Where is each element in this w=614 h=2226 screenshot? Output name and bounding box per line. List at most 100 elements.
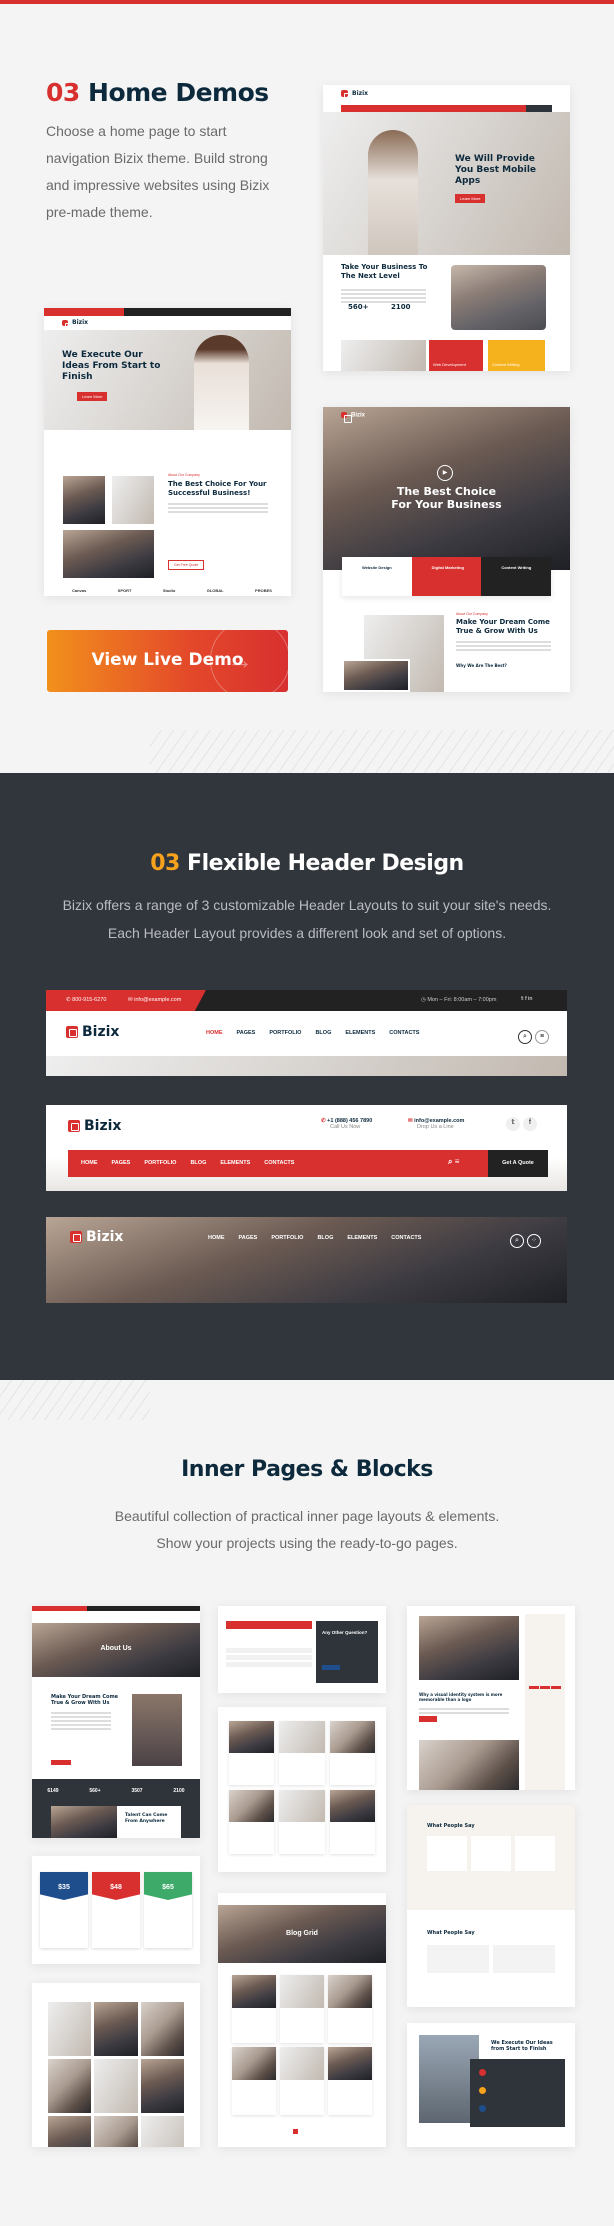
demo-cta: Learn More bbox=[455, 194, 486, 203]
blog-grid-preview[interactable]: Blog Grid bbox=[218, 1893, 386, 2147]
search-icon[interactable]: ⌕ ≡ bbox=[448, 1157, 459, 1167]
decorative-stripes bbox=[150, 730, 614, 773]
image bbox=[132, 1694, 182, 1766]
image bbox=[63, 530, 154, 578]
post-title: Why a visual identity system is more mem… bbox=[419, 1692, 503, 1702]
page-banner: About Us bbox=[32, 1623, 200, 1677]
get-a-quote-button[interactable]: Get A Quote bbox=[488, 1150, 548, 1177]
inner-pages-description: Show your projects using the ready-to-go… bbox=[156, 1535, 458, 1551]
section-title: We Execute Our Ideas from Start to Finis… bbox=[491, 2040, 553, 2052]
nav-blog[interactable]: BLOG bbox=[317, 1235, 333, 1241]
inner-pages-description: Beautiful collection of practical inner … bbox=[114, 1508, 500, 1524]
nav-contacts[interactable]: CONTACTS bbox=[389, 1030, 419, 1036]
view-live-demo-button[interactable]: View Live Demo → bbox=[47, 630, 288, 692]
search-icon[interactable]: ⌕ bbox=[510, 1234, 524, 1248]
testimonials-preview[interactable]: What People Say What People Say bbox=[407, 1805, 575, 2007]
process-block-preview[interactable]: We Execute Our Ideas from Start to Finis… bbox=[407, 2023, 575, 2147]
image bbox=[112, 476, 154, 524]
nav-elements[interactable]: ELEMENTS bbox=[220, 1160, 250, 1166]
nav-home[interactable]: HOME bbox=[208, 1235, 225, 1241]
home-demos-title: 03 Home Demos bbox=[46, 78, 269, 107]
menu-icon[interactable]: ≡ bbox=[535, 1030, 549, 1044]
brand-logo: GLOBAL bbox=[206, 588, 224, 593]
nav-portfolio[interactable]: PORTFOLIO bbox=[271, 1235, 303, 1241]
social-icons[interactable]: 𝕥 f in bbox=[521, 996, 532, 1002]
price: $48 bbox=[92, 1872, 140, 1900]
demo-tile: Content Writing bbox=[488, 340, 545, 371]
home-demo-preview-2[interactable]: Bizix We Execute Our Ideas From Start to… bbox=[44, 308, 291, 596]
phone-contact: ✆ +1 (888) 456 7890 Call Us Now bbox=[321, 1118, 373, 1130]
demo-subtitle: Why We Are The Best? bbox=[456, 663, 507, 668]
twitter-icon[interactable]: 𝕥 bbox=[506, 1117, 520, 1131]
brand-logo: SPORT bbox=[117, 588, 132, 593]
team-image bbox=[451, 265, 546, 330]
demo-section-title: The Best Choice For Your Successful Busi… bbox=[168, 480, 267, 497]
nav-home[interactable]: HOME bbox=[206, 1030, 223, 1036]
demo-logo: Bizix bbox=[323, 85, 570, 105]
nav-portfolio[interactable]: PORTFOLIO bbox=[269, 1030, 301, 1036]
demo-hero-title: We Execute Our Ideas From Start to Finis… bbox=[62, 350, 161, 382]
image bbox=[63, 476, 105, 524]
email-text: ✉ info@example.com bbox=[128, 997, 182, 1003]
hero-image-strip bbox=[46, 1056, 567, 1076]
top-accent-bar bbox=[0, 0, 614, 4]
header-design-description: Bizix offers a range of 3 customizable H… bbox=[62, 897, 552, 941]
email-contact: ✉ info@example.com Drop Us a Line bbox=[408, 1118, 465, 1130]
demo-hero-title: The Best Choice For Your Business bbox=[391, 485, 502, 511]
demo-section-title: Take Your Business To The Next Level bbox=[341, 263, 428, 280]
section-title: What People Say bbox=[427, 1930, 475, 1936]
nav-pages[interactable]: PAGES bbox=[112, 1160, 131, 1166]
search-icon[interactable]: ⌕ bbox=[518, 1030, 532, 1044]
tile-image bbox=[341, 340, 426, 371]
header-layout-1[interactable]: ✆ 800-915-6270 ✉ info@example.com ◷ Mon … bbox=[46, 990, 567, 1076]
demo-hero: We Will Provide You Best Mobile Apps Lea… bbox=[323, 112, 570, 255]
kicker: About Our Company bbox=[168, 473, 200, 477]
demo-stat: 2100 bbox=[391, 303, 411, 311]
nav-home[interactable]: HOME bbox=[81, 1160, 98, 1166]
nav-pages[interactable]: PAGES bbox=[237, 1030, 256, 1036]
brand-logo: PROBES bbox=[255, 588, 272, 593]
demo-cta: Learn More bbox=[77, 392, 108, 401]
section-title: Home Demos bbox=[88, 78, 269, 107]
nav-contacts[interactable]: CONTACTS bbox=[264, 1160, 294, 1166]
section-title: Make Your Dream Come True & Grow With Us bbox=[51, 1694, 119, 1706]
faq-block-preview[interactable]: Any Other Question? bbox=[218, 1606, 386, 1693]
brand-logo: Canvas bbox=[72, 588, 87, 593]
inner-pages-title: Inner Pages & Blocks bbox=[181, 1457, 433, 1482]
nav-elements[interactable]: ELEMENTS bbox=[345, 1030, 375, 1036]
service-box: Content Writing bbox=[481, 557, 552, 596]
home-demo-preview-3[interactable]: Bizix The Best Choice For Your Business … bbox=[323, 407, 570, 692]
demo-stat: 560+ bbox=[348, 303, 369, 311]
nav-contacts[interactable]: CONTACTS bbox=[391, 1235, 421, 1241]
nav-pages[interactable]: PAGES bbox=[239, 1235, 258, 1241]
nav-blog[interactable]: BLOG bbox=[315, 1030, 331, 1036]
section-title: What People Say bbox=[427, 1823, 475, 1829]
demo-logo: Bizix bbox=[351, 412, 366, 419]
service-box: Digital Marketing bbox=[411, 557, 482, 596]
logo[interactable]: Bizix bbox=[66, 1024, 119, 1040]
pricing-block-preview[interactable]: $35 $48 $65 bbox=[32, 1856, 200, 1964]
facebook-icon[interactable]: f bbox=[523, 1117, 537, 1131]
logo[interactable]: Bizix bbox=[70, 1229, 123, 1245]
phone-text: ✆ 800-915-6270 bbox=[66, 997, 107, 1003]
question-form: Any Other Question? bbox=[316, 1621, 378, 1683]
blog-single-preview[interactable]: Why a visual identity system is more mem… bbox=[407, 1606, 575, 1790]
pagination[interactable] bbox=[293, 2129, 298, 2134]
hours-text: ◷ Mon – Fri: 8:00am – 7:00pm bbox=[421, 997, 497, 1003]
nav-blog[interactable]: BLOG bbox=[190, 1160, 206, 1166]
header-layout-3[interactable]: Bizix HOME PAGES PORTFOLIO BLOG ELEMENTS CONT… bbox=[46, 1217, 567, 1303]
nav-elements[interactable]: ELEMENTS bbox=[347, 1235, 377, 1241]
services-grid-preview[interactable] bbox=[218, 1707, 386, 1872]
portfolio-grid-preview[interactable] bbox=[32, 1983, 200, 2147]
header-layout-2[interactable]: Bizix ✆ +1 (888) 456 7890 Call Us Now ✉ i… bbox=[46, 1105, 567, 1191]
header-design-title: 03 Flexible Header Design bbox=[150, 851, 464, 876]
demo-hero: We Execute Our Ideas From Start to Finis… bbox=[44, 330, 291, 430]
logo[interactable]: Bizix bbox=[68, 1118, 121, 1134]
demo-logo: Bizix bbox=[72, 319, 89, 326]
nav-portfolio[interactable]: PORTFOLIO bbox=[144, 1160, 176, 1166]
home-demo-preview-1[interactable]: Bizix We Will Provide You Best Mobile Ap… bbox=[323, 85, 570, 371]
brand-logo: Studio bbox=[162, 588, 176, 593]
about-page-preview[interactable]: About Us Make Your Dream Come True & Gro… bbox=[32, 1606, 200, 1838]
grid-icon[interactable]: ⁘ bbox=[527, 1234, 541, 1248]
home-demos-description: Choose a home page to start navigation B… bbox=[46, 123, 270, 220]
